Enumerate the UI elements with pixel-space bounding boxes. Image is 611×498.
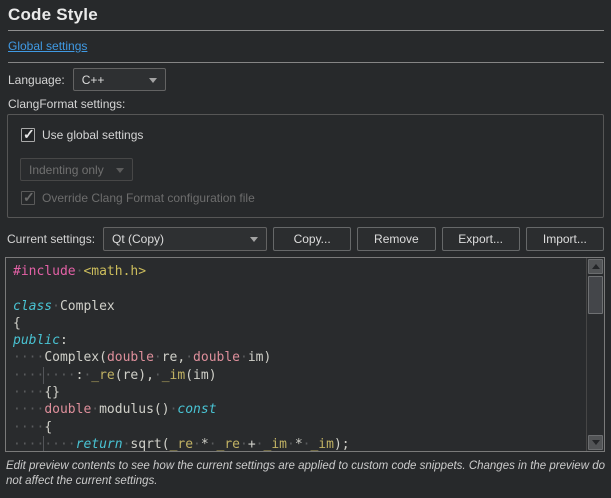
copy-button[interactable]: Copy... (273, 227, 351, 251)
settings-buttons: Copy... Remove Export... Import... (273, 227, 604, 251)
code-line: #include·<math.h> (13, 263, 604, 280)
scrollbar-thumb[interactable] (588, 276, 603, 314)
current-settings-combo[interactable]: Qt (Copy) (103, 227, 267, 251)
code-line (13, 280, 604, 297)
override-clangformat-checkbox: Override Clang Format configuration file (21, 191, 255, 205)
use-global-settings-label: Use global settings (42, 128, 143, 142)
scroll-up-button[interactable] (588, 259, 603, 274)
chevron-down-icon (250, 237, 258, 242)
vertical-scrollbar[interactable] (586, 258, 604, 451)
current-settings-combo-value: Qt (Copy) (112, 232, 164, 246)
down-arrow-icon (592, 440, 600, 445)
export-button[interactable]: Export... (442, 227, 520, 251)
code-line: ····{ (13, 419, 604, 436)
use-global-settings-checkbox[interactable]: Use global settings (21, 128, 143, 142)
code-line: public: (13, 332, 604, 349)
global-settings-link[interactable]: Global settings (8, 39, 87, 53)
code-preview-editor[interactable]: #include·<math.h> class·Complex{public:·… (5, 257, 605, 452)
import-button[interactable]: Import... (526, 227, 604, 251)
code-line: { (13, 315, 604, 332)
language-combo[interactable]: C++ (73, 68, 166, 91)
code-line: class·Complex (13, 298, 604, 315)
clangformat-groupbox: Use global settings Indenting only Overr… (7, 114, 604, 218)
code-line: ········return·sqrt(_re·*·_re·+·_im·*·_i… (13, 436, 604, 452)
scroll-down-button[interactable] (588, 435, 603, 450)
chevron-down-icon (149, 78, 157, 83)
checkbox-check-icon (21, 191, 35, 205)
page-title: Code Style (8, 5, 98, 25)
code-content[interactable]: #include·<math.h> class·Complex{public:·… (6, 258, 604, 452)
indenting-mode-value: Indenting only (29, 163, 104, 177)
current-settings-label: Current settings: (7, 232, 103, 246)
language-combo-value: C++ (82, 73, 105, 87)
link-separator (8, 62, 604, 63)
language-row: Language: C++ (8, 68, 166, 91)
code-line: ····double·modulus()·const (13, 401, 604, 418)
language-label: Language: (8, 73, 65, 87)
chevron-down-icon (116, 168, 124, 173)
code-line: ····Complex(double·re,·double·im) (13, 349, 604, 366)
up-arrow-icon (592, 264, 600, 269)
code-line: ····{} (13, 384, 604, 401)
footer-note: Edit preview contents to see how the cur… (6, 459, 607, 489)
current-settings-row: Current settings: Qt (Copy) Copy... Remo… (7, 227, 604, 251)
override-clangformat-label: Override Clang Format configuration file (42, 191, 255, 205)
code-line: ········:·_re(re),·_im(im) (13, 367, 604, 384)
remove-button[interactable]: Remove (357, 227, 435, 251)
checkbox-check-icon (21, 128, 35, 142)
clangformat-settings-label: ClangFormat settings: (8, 97, 125, 111)
indenting-mode-combo: Indenting only (20, 158, 133, 181)
title-separator (8, 30, 604, 31)
